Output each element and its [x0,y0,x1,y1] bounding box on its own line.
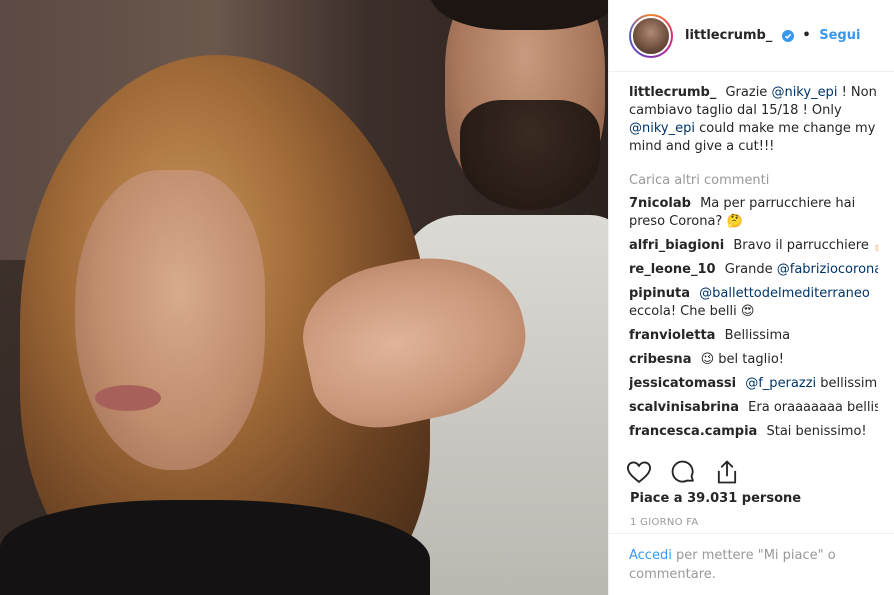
post-side-panel: littlecrumb_ • Segui littlecrumb_ Grazie… [608,0,894,595]
post-caption: littlecrumb_ Grazie @niky_epi ! Non camb… [629,84,878,156]
share-icon[interactable] [713,458,741,486]
caption-text: Grazie [725,85,768,100]
comment-text: Bellissima [724,328,791,343]
comment-item: re_leone_10 Grande @fabriziocoronareal [629,261,878,279]
caption-mention[interactable]: @niky_epi [629,121,695,136]
comment-text: eccola! Che belli 😍 [629,304,755,319]
header-user: littlecrumb_ • Segui [685,28,860,43]
comment-mention[interactable]: @fabriziocoronareal [777,262,878,277]
comment-item: 7nicolab Ma per parrucchiere hai preso C… [629,195,878,231]
load-more-comments-link[interactable]: Carica altri commenti [629,172,878,190]
comment-text: 😉 bel taglio! [700,352,784,367]
comment-item: franvioletta Bellissima [629,327,878,345]
photo-woman-face [75,170,265,470]
comment-text: Grande [724,262,773,277]
caption-mention[interactable]: @niky_epi [771,85,837,100]
comment-item: cribesna 😉 bel taglio! [629,351,878,369]
comment-text: Era oraaaaaaa bellissima [748,400,878,415]
comment-username[interactable]: pipinuta [629,286,690,301]
comment-item: scalvinisabrina Era oraaaaaaa bellissima [629,399,878,417]
login-link[interactable]: Accedi [629,548,672,563]
photo-barber-beard [460,100,600,210]
heart-icon[interactable] [625,458,653,486]
comment-username[interactable]: 7nicolab [629,196,691,211]
comment-username[interactable]: scalvinisabrina [629,400,739,415]
comment-mention[interactable]: @ballettodelmediterraneo [699,286,870,301]
comment-item: pipinuta @ballettodelmediterraneo eccola… [629,285,878,321]
comment-username[interactable]: re_leone_10 [629,262,716,277]
avatar[interactable] [631,15,671,56]
follow-button[interactable]: Segui [819,28,860,43]
post-photo[interactable] [0,0,608,595]
verified-badge-icon [781,29,794,42]
comment-item: francesca.campia Stai benissimo! [629,423,878,441]
avatar-story-ring[interactable] [629,13,673,58]
likes-count[interactable]: Piace a 39.031 persone [630,491,801,506]
comment-username[interactable]: cribesna [629,352,691,367]
separator-dot: • [802,28,811,43]
post-header: littlecrumb_ • Segui [609,0,894,72]
photo-woman-lips [95,385,161,411]
login-prompt: Accedi per mettere "Mi piace" o commenta… [609,533,894,595]
comment-username[interactable]: jessicatomassi [629,376,736,391]
comment-text: Bravo il parrucchiere 👍🏻 [733,238,878,253]
comment-username[interactable]: francesca.campia [629,424,757,439]
comment-text: bellissimi!!!! [820,376,878,391]
comment-item: jessicatomassi @f_perazzi bellissimi!!!! [629,375,878,393]
post-timestamp[interactable]: 1 GIORNO FA [630,517,699,528]
comment-username[interactable]: alfri_biagioni [629,238,724,253]
caption-username[interactable]: littlecrumb_ [629,85,716,100]
comment-icon[interactable] [669,458,697,486]
comment-mention[interactable]: @f_perazzi [745,376,816,391]
post-actions [625,452,741,492]
comment-text: Stai benissimo! [766,424,867,439]
comment-username[interactable]: franvioletta [629,328,715,343]
header-username[interactable]: littlecrumb_ [685,28,772,43]
comments-section: littlecrumb_ Grazie @niky_epi ! Non camb… [609,72,894,441]
comment-item: alfri_biagioni Bravo il parrucchiere 👍🏻 [629,237,878,255]
instagram-post: littlecrumb_ • Segui littlecrumb_ Grazie… [0,0,894,595]
